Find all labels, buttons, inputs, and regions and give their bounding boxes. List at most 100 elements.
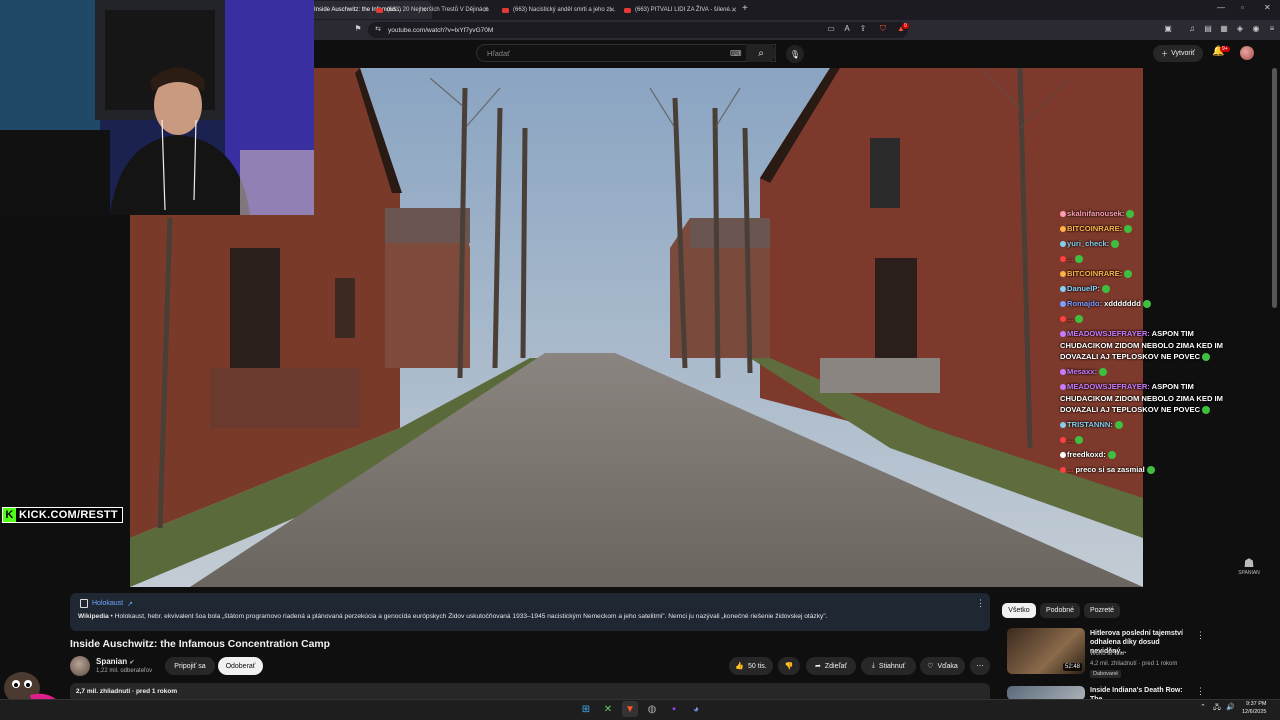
thanks-button[interactable]: ♡ Vďaka (920, 657, 965, 675)
more-options-icon[interactable]: ⋮ (1196, 686, 1205, 697)
tab[interactable]: (663) Nacistický anděl smrti a jeho zl..… (496, 1, 620, 19)
create-button[interactable]: ＋ Vytvoriť (1153, 45, 1203, 62)
emote-icon (1124, 270, 1133, 278)
channel-name[interactable]: Spanian ✔ (96, 657, 134, 666)
chevron-up-icon[interactable]: ⌃ (1200, 703, 1206, 711)
twitch-icon[interactable]: ▪ (666, 701, 682, 717)
volume-icon[interactable]: 🔊 (1226, 703, 1235, 711)
windows-taskbar (0, 699, 1280, 720)
subscribe-button[interactable]: Odoberať (218, 657, 263, 675)
account-avatar[interactable] (1240, 46, 1254, 60)
emote-icon (1075, 436, 1084, 444)
brave-shield-icon[interactable]: ⛉ (877, 24, 889, 34)
more-options-icon[interactable]: ⋮ (1196, 630, 1205, 641)
join-button[interactable]: Pripojiť sa (165, 657, 215, 675)
vpn-icon[interactable]: ◈ (1234, 24, 1246, 33)
chat-username: DanuelP: (1067, 284, 1100, 293)
user-badge-icon (1060, 316, 1066, 322)
profile-icon[interactable]: ◉ (1250, 24, 1262, 33)
chat-username: yuri_check: (1067, 239, 1110, 248)
tab[interactable]: (663) PITVALI LIDI ZA ŽIVA - šílené... ✕ (618, 1, 742, 19)
tab[interactable]: (663) 20 Nejhorších Trestů V Dějinách ✕ (370, 1, 494, 19)
menu-icon[interactable]: ≡ (1266, 24, 1278, 33)
chip-watched[interactable]: Pozreté (1084, 603, 1120, 618)
mic-icon[interactable]: 🎙 (786, 45, 804, 63)
view-count: 2,7 mil. zhliadnutí · pred 1 rokom (76, 688, 178, 695)
kick-url: KICK.COM/RESTT (19, 509, 118, 521)
keyboard-icon[interactable]: ⌨ (730, 49, 742, 58)
xbox-icon[interactable]: ✕ (600, 701, 616, 717)
close-icon[interactable]: ✕ (483, 6, 489, 14)
close-window-icon[interactable]: ✕ (1264, 3, 1271, 12)
chip-all[interactable]: Všetko (1002, 603, 1036, 618)
close-icon[interactable]: ✕ (731, 6, 737, 14)
site-info-icon[interactable]: ⇆ (372, 25, 384, 33)
download-button[interactable]: ⤓ Stiahnuť (861, 657, 916, 675)
chat-message: ... preco si sa zasmial (1060, 464, 1230, 476)
wallet-icon[interactable]: ▦ (1218, 24, 1230, 33)
webcam-feed (0, 0, 314, 215)
windows-start-icon[interactable]: ⊞ (578, 701, 594, 717)
user-badge-icon (1060, 301, 1066, 307)
chip-similar[interactable]: Podobné (1040, 603, 1080, 618)
chat-message: DanuelP: (1060, 283, 1230, 295)
recommended-thumbnail[interactable]: 52:48 (1007, 628, 1085, 674)
info-panel-title[interactable]: Holokaust ↗ (80, 599, 133, 608)
recommended-thumbnail[interactable] (1007, 686, 1085, 700)
more-actions-button[interactable]: ⋯ (970, 657, 990, 675)
chat-username: BITCOINRARE: (1067, 224, 1123, 233)
info-body: Holokaust, hebr. ekvivalent šoa bola „št… (114, 613, 828, 620)
dislike-button[interactable]: 👎 (778, 657, 800, 675)
reader-icon[interactable]: ▤ (1202, 24, 1214, 33)
chat-username: ... (1067, 435, 1074, 444)
verified-icon: ✔ (129, 660, 135, 666)
info-panel-text: Wikipedia • Holokaust, hebr. ekvivalent … (78, 613, 828, 620)
settings-app-icon[interactable]: ◍ (644, 701, 660, 717)
chat-username: MEADOWSJEFRAYER: (1067, 329, 1150, 338)
user-badge-icon (1060, 271, 1066, 277)
taskbar-clock[interactable]: 9:37 PM 12/6/2025 (1242, 700, 1266, 716)
search-button[interactable]: ⌕ (746, 44, 776, 62)
recommended-channel[interactable]: World at War (1090, 651, 1125, 657)
sidebar-icon[interactable]: ▣ (1162, 24, 1174, 33)
translate-icon[interactable]: A (841, 24, 853, 33)
maximize-icon[interactable]: ▫ (1241, 3, 1244, 12)
emote-icon (1114, 421, 1123, 429)
emote-icon (1202, 353, 1211, 361)
chat-message: ... (1060, 253, 1230, 265)
chat-username: MEADOWSJEFRAYER: (1067, 382, 1150, 391)
chat-text: preco si sa zasmial (1075, 465, 1145, 474)
channel-watermark: ☗ SPANIAN (1238, 556, 1260, 576)
more-options-icon[interactable]: ⋮ (976, 598, 985, 609)
thanks-label: Vďaka (937, 662, 958, 670)
share-icon[interactable]: ⇪ (857, 24, 869, 33)
plus-icon: ＋ (1161, 50, 1169, 58)
chat-username: BITCOINRARE: (1067, 269, 1123, 278)
new-tab-button[interactable]: + (742, 3, 748, 14)
brave-icon[interactable]: ▼ (622, 701, 638, 717)
music-icon[interactable]: ♫ (1186, 24, 1198, 33)
close-icon[interactable]: ✕ (609, 6, 615, 14)
download-label: Stiahnuť (878, 662, 906, 670)
search-placeholder: Hľadať (487, 48, 510, 58)
heart-dollar-icon: ♡ (927, 663, 934, 670)
user-badge-icon (1060, 369, 1066, 375)
url-text: youtube.com/watch?v=lxYf7yvG70M (388, 26, 494, 34)
minimize-icon[interactable]: — (1217, 3, 1225, 12)
more-horizontal-icon: ⋯ (976, 663, 984, 670)
share-button[interactable]: ➦ Zdieľať (806, 657, 856, 675)
network-icon[interactable]: 🖧 (1213, 703, 1221, 714)
create-label: Vytvoriť (1171, 50, 1195, 57)
clock-date: 12/6/2025 (1242, 709, 1267, 715)
chat-message: BITCOINRARE: (1060, 268, 1230, 280)
channel-avatar[interactable] (70, 656, 90, 676)
emote-icon (1146, 466, 1155, 474)
like-button[interactable]: 👍 50 tis. (729, 657, 773, 675)
user-badge-icon (1060, 241, 1066, 247)
discord-icon[interactable]: ◕ (688, 701, 704, 717)
chat-message: ... (1060, 434, 1230, 446)
kick-banner: K KICK.COM/RESTT (2, 507, 123, 523)
cast-icon[interactable]: ▭ (825, 24, 837, 33)
page-scrollbar[interactable] (1272, 68, 1277, 308)
bookmark-icon[interactable]: ⚑ (352, 24, 364, 33)
